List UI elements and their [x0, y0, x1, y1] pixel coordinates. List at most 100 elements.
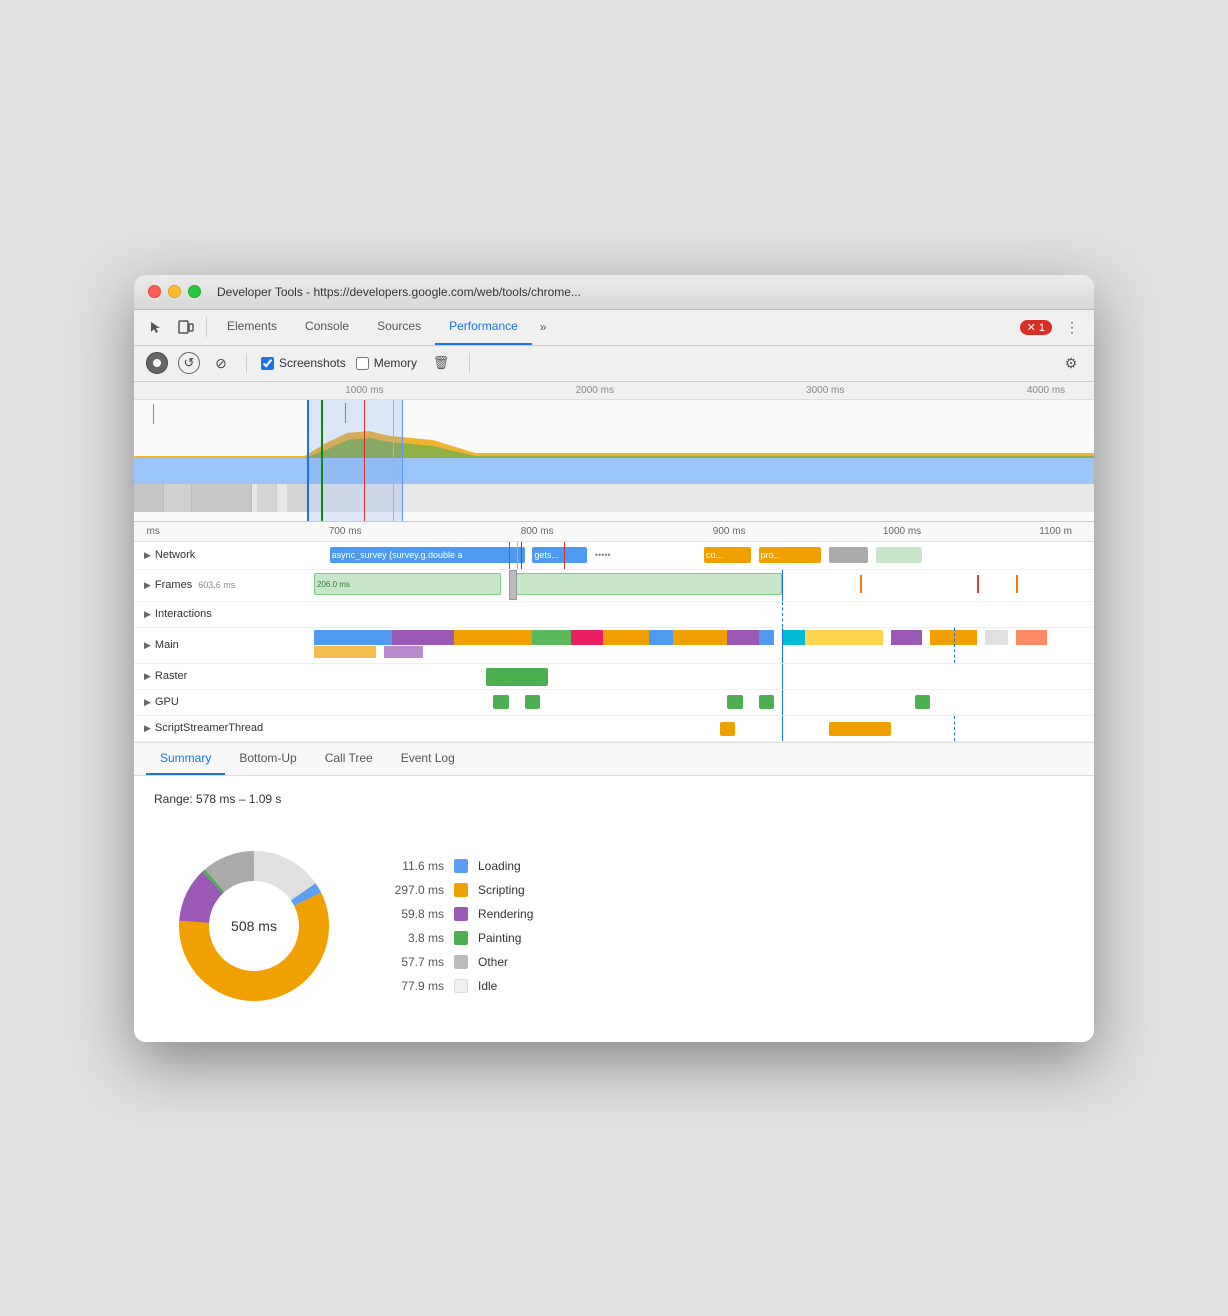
cursor-icon[interactable] [142, 313, 170, 341]
range-text: Range: 578 ms – 1.09 s [154, 792, 1074, 806]
frames-label: Frames [155, 579, 192, 591]
network-bar-2[interactable]: gets... [532, 547, 587, 563]
maximize-button[interactable] [188, 285, 201, 298]
screenshots-checkbox[interactable] [261, 357, 274, 370]
delete-recording-button[interactable]: 🗑 [427, 349, 455, 377]
toolbar-right: ✕ 1 ⋮ [1020, 313, 1086, 341]
network-bar-3[interactable]: co... [704, 547, 751, 563]
chevron-interactions: ▶ [144, 609, 151, 620]
gpu-vline [782, 690, 783, 715]
error-badge[interactable]: ✕ 1 [1020, 320, 1052, 335]
toolbar-divider-1 [206, 317, 207, 337]
track-label-interactions[interactable]: ▶ Interactions [134, 608, 314, 620]
network-bar-6[interactable] [876, 547, 923, 563]
ruler-mark-2000: 2000 ms [576, 385, 614, 396]
summary-body: 508 ms 11.6 ms Loading 297.0 ms Scriptin… [154, 826, 1074, 1026]
vline-red-1 [564, 542, 565, 569]
legend-painting-swatch [454, 931, 468, 945]
close-button[interactable] [148, 285, 161, 298]
screenshots-checkbox-label[interactable]: Screenshots [261, 356, 346, 370]
track-network: ▶ Network async_survey (survey.g.double … [134, 542, 1094, 570]
track-label-gpu[interactable]: ▶ GPU [134, 696, 314, 708]
legend-idle-value: 77.9 ms [384, 979, 444, 993]
legend-loading-label: Loading [478, 859, 521, 873]
tab-overflow[interactable]: » [532, 320, 555, 334]
chevron-network: ▶ [144, 550, 151, 561]
tab-call-tree[interactable]: Call Tree [311, 743, 387, 775]
settings-button[interactable]: ⚙ [1060, 352, 1082, 374]
flame-ruler-ms: ms [147, 526, 160, 537]
chevron-scriptstreamer: ▶ [144, 723, 151, 734]
tab-sources[interactable]: Sources [363, 309, 435, 345]
tab-event-log[interactable]: Event Log [387, 743, 469, 775]
network-bar-4[interactable]: pro... [759, 547, 821, 563]
tab-elements[interactable]: Elements [213, 309, 291, 345]
main-vline-dashed [954, 628, 955, 663]
title-bar: Developer Tools - https://developers.goo… [134, 275, 1094, 310]
tab-summary[interactable]: Summary [146, 743, 225, 775]
chevron-raster: ▶ [144, 671, 151, 682]
more-options-icon[interactable]: ⋮ [1058, 313, 1086, 341]
track-raster: ▶ Raster [134, 664, 1094, 690]
legend-idle-swatch [454, 979, 468, 993]
chevron-main: ▶ [144, 640, 151, 651]
track-label-frames[interactable]: ▶ Frames 603.6 ms [134, 579, 314, 591]
track-label-raster[interactable]: ▶ Raster [134, 670, 314, 682]
legend-rendering-label: Rendering [478, 907, 533, 921]
legend-loading: 11.6 ms Loading [384, 859, 533, 873]
raster-vline [782, 664, 783, 689]
flame-ruler-900: 900 ms [713, 526, 746, 537]
vline-orange-1 [517, 542, 518, 569]
scriptstreamer-track-content [314, 716, 1094, 741]
interactions-vline [782, 602, 783, 627]
minimize-button[interactable] [168, 285, 181, 298]
traffic-lights [148, 285, 201, 298]
interactions-track-content [314, 602, 1094, 627]
clear-button[interactable]: ⊘ [210, 352, 232, 374]
device-toggle-icon[interactable] [172, 313, 200, 341]
tab-bottom-up[interactable]: Bottom-Up [225, 743, 310, 775]
ruler-mark-4000: 4000 ms [1027, 385, 1065, 396]
gpu-label: GPU [155, 696, 179, 708]
legend-scripting-value: 297.0 ms [384, 883, 444, 897]
memory-checkbox-label[interactable]: Memory [356, 356, 417, 370]
summary-legend: 11.6 ms Loading 297.0 ms Scripting 59.8 … [384, 859, 533, 993]
donut-chart: 508 ms [154, 826, 354, 1026]
legend-painting-label: Painting [478, 931, 521, 945]
raster-track-content [314, 664, 1094, 689]
main-label: Main [155, 639, 179, 651]
legend-scripting-label: Scripting [478, 883, 525, 897]
script-vline-dashed [954, 716, 955, 741]
record-button[interactable] [146, 352, 168, 374]
track-interactions: ▶ Interactions [134, 602, 1094, 628]
main-vline-blue [782, 628, 783, 663]
network-bar-1[interactable]: async_survey (survey.g.double a [330, 547, 525, 563]
legend-other-label: Other [478, 955, 508, 969]
gpu-track-content [314, 690, 1094, 715]
legend-loading-swatch [454, 859, 468, 873]
legend-other-swatch [454, 955, 468, 969]
ruler-mark-3000: 3000 ms [806, 385, 844, 396]
perf-divider-2 [469, 353, 470, 373]
timeline-ruler: 1000 ms 2000 ms 3000 ms 4000 ms [134, 382, 1094, 400]
bottom-tab-bar: Summary Bottom-Up Call Tree Event Log [134, 743, 1094, 776]
tab-console[interactable]: Console [291, 309, 363, 345]
network-bar-5[interactable] [829, 547, 868, 563]
legend-scripting-swatch [454, 883, 468, 897]
track-label-scriptstreamer[interactable]: ▶ ScriptStreamerThread [134, 722, 314, 734]
tab-performance[interactable]: Performance [435, 309, 532, 345]
vline-green-1 [521, 542, 522, 569]
frames-vline-blue [782, 570, 783, 601]
track-label-main[interactable]: ▶ Main [134, 639, 314, 651]
frames-track-content: 206.0 ms [314, 570, 1094, 601]
vline-blue-1 [509, 542, 510, 569]
flame-ruler-1000: 1000 ms [883, 526, 921, 537]
memory-checkbox[interactable] [356, 357, 369, 370]
track-scriptstreamer: ▶ ScriptStreamerThread [134, 716, 1094, 742]
main-track-content [314, 628, 1094, 663]
legend-idle-label: Idle [478, 979, 497, 993]
refresh-record-button[interactable]: ↺ [178, 352, 200, 374]
track-label-network[interactable]: ▶ Network [134, 549, 314, 561]
chevron-gpu: ▶ [144, 697, 151, 708]
legend-other: 57.7 ms Other [384, 955, 533, 969]
